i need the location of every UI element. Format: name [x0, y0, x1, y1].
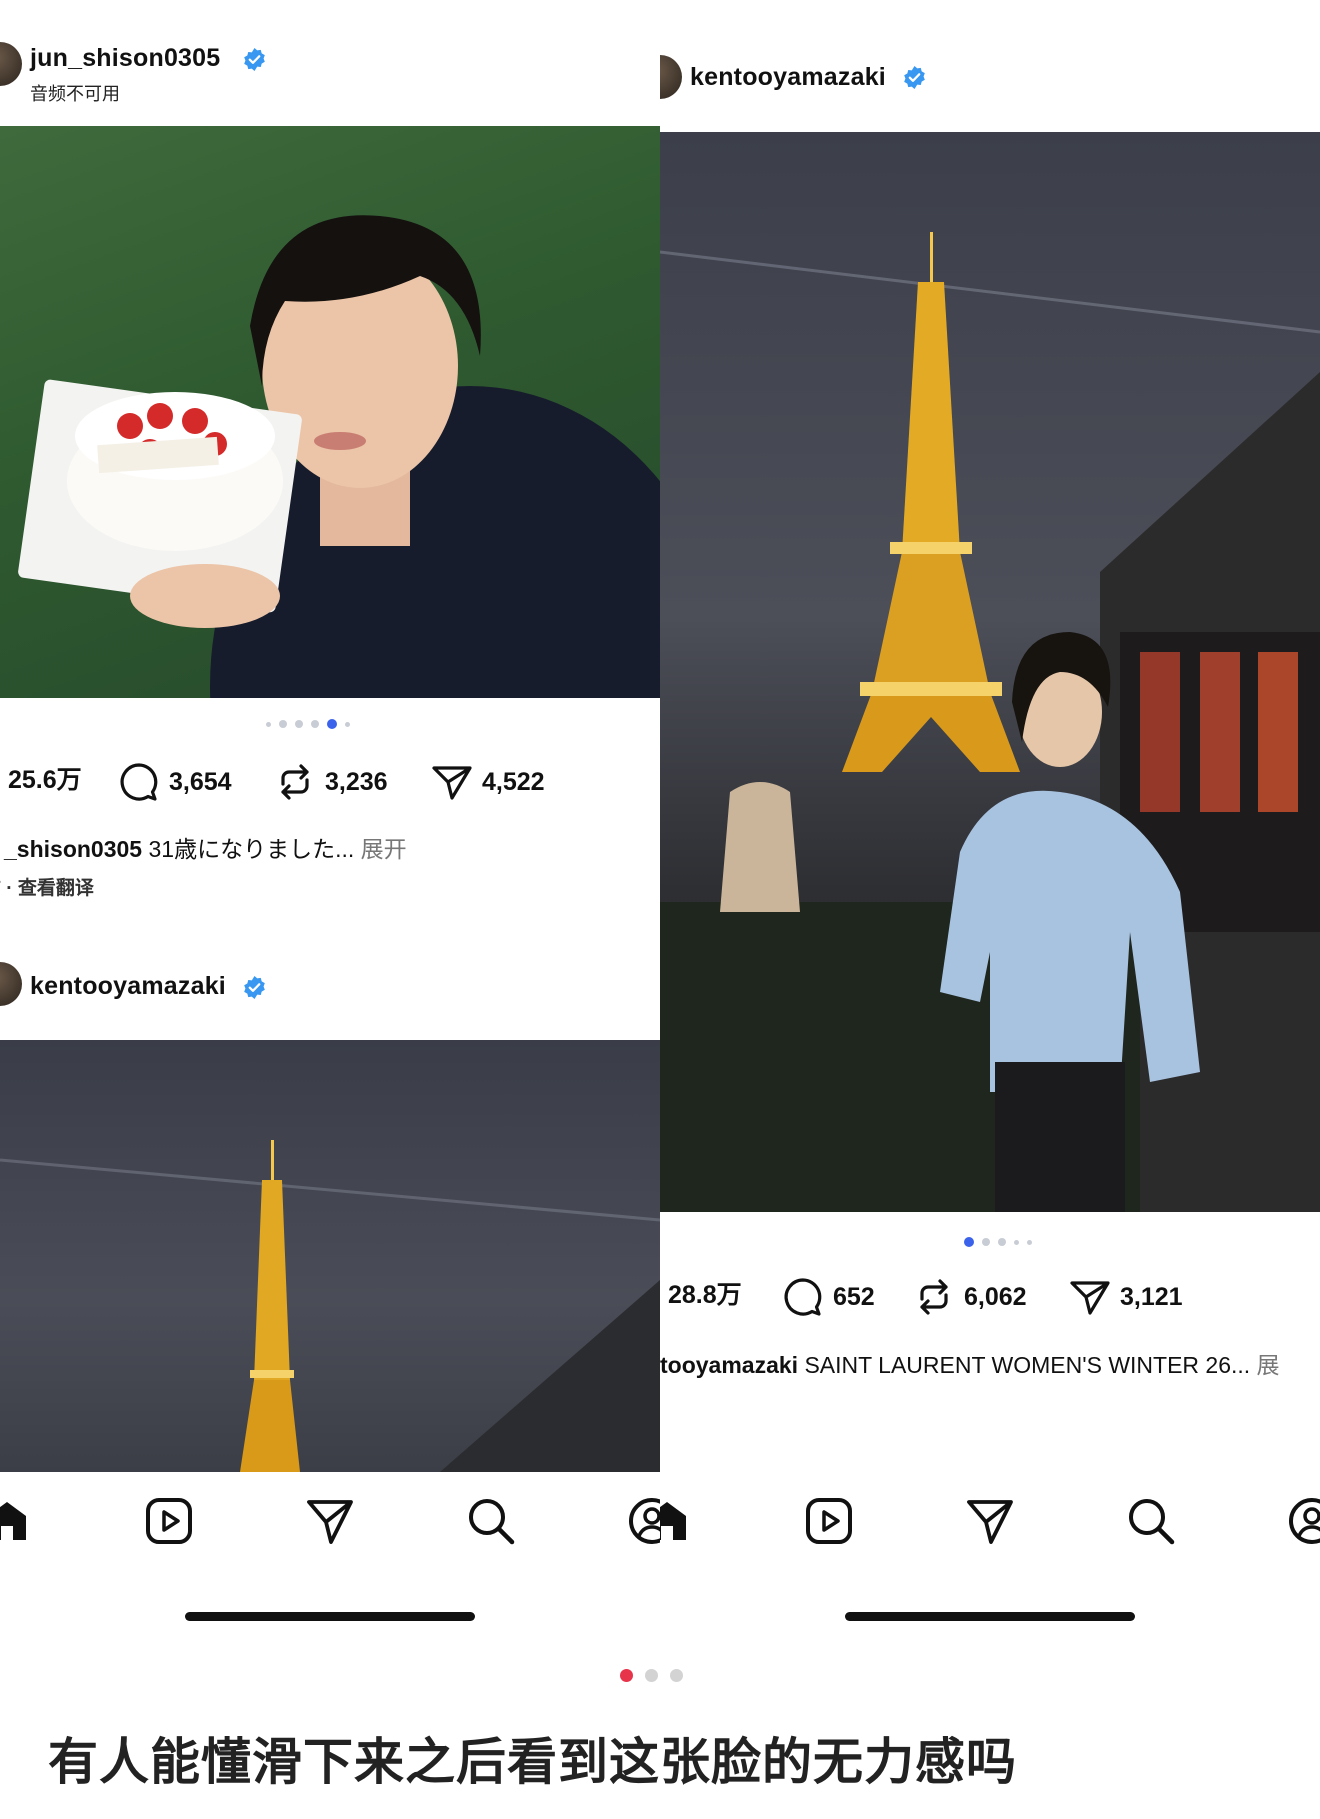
portrait-illustration	[18, 215, 660, 698]
comment-button[interactable]: 652	[781, 1275, 875, 1319]
page-dot[interactable]	[670, 1669, 683, 1682]
comment-button[interactable]: 3,654	[117, 760, 232, 804]
comment-icon	[120, 763, 158, 801]
repost-button[interactable]: 3,236	[273, 760, 388, 804]
page-dot[interactable]	[645, 1669, 658, 1682]
post-title-caption: 有人能懂滑下来之后看到这张脸的无力感吗	[48, 1734, 1017, 1790]
left-screenshot-panel: jun_shison0305 音频不可用 25.6万 3,654 3,236 4…	[0, 0, 660, 1660]
right-screenshot-panel: kentooyamazaki 28.8万 652 6,062 3,121 too…	[660, 0, 1320, 1660]
send-icon[interactable]	[305, 1496, 355, 1546]
post-caption[interactable]: tooyamazaki SAINT LAURENT WOMEN'S WINTER…	[660, 1346, 1280, 1380]
repost-button[interactable]: 6,062	[912, 1275, 1027, 1319]
post-photo-eiffel-preview[interactable]	[0, 1040, 660, 1472]
post-caption[interactable]: _shison0305 31歳になりました... 展开	[4, 830, 407, 864]
verified-badge-icon	[244, 976, 265, 999]
home-indicator	[845, 1612, 1135, 1621]
bottom-navigation	[660, 1472, 1320, 1572]
page-dot-active[interactable]	[620, 1669, 633, 1682]
caption-translate-link[interactable]: 前 · 查看翻译	[0, 873, 94, 900]
home-icon[interactable]	[0, 1496, 32, 1546]
post-photo-cake[interactable]	[0, 126, 660, 698]
carousel-indicator	[266, 719, 350, 729]
repost-icon	[920, 1279, 948, 1315]
share-icon	[432, 766, 472, 800]
like-count[interactable]: 25.6万	[8, 760, 82, 796]
reels-icon[interactable]	[144, 1496, 194, 1546]
post-username[interactable]: kentooyamazaki	[690, 63, 886, 92]
eiffel-night-illustration	[660, 232, 1320, 1212]
user-avatar[interactable]	[0, 962, 22, 1006]
carousel-indicator	[964, 1237, 1032, 1247]
search-icon[interactable]	[1126, 1496, 1176, 1546]
profile-icon[interactable]	[1287, 1496, 1320, 1546]
user-avatar[interactable]	[0, 42, 22, 86]
comment-icon	[784, 1278, 822, 1316]
share-button[interactable]: 3,121	[1068, 1275, 1183, 1319]
post-username[interactable]: jun_shison0305	[30, 44, 220, 73]
share-button[interactable]: 4,522	[430, 760, 545, 804]
audio-status: 音频不可用	[30, 84, 120, 104]
send-icon[interactable]	[965, 1496, 1015, 1546]
post-photo-eiffel[interactable]	[660, 132, 1320, 1212]
profile-icon[interactable]	[627, 1496, 660, 1546]
home-icon[interactable]	[660, 1496, 692, 1546]
reels-icon[interactable]	[804, 1496, 854, 1546]
like-count[interactable]: 28.8万	[668, 1275, 742, 1311]
bottom-navigation	[0, 1472, 660, 1572]
search-icon[interactable]	[466, 1496, 516, 1546]
post-username[interactable]: kentooyamazaki	[30, 972, 226, 1001]
home-indicator	[185, 1612, 475, 1621]
verified-badge-icon	[904, 66, 925, 89]
image-pagination	[620, 1669, 683, 1682]
verified-badge-icon	[244, 48, 265, 71]
user-avatar[interactable]	[660, 55, 682, 99]
repost-icon	[281, 764, 309, 800]
share-icon	[1070, 1281, 1110, 1315]
eiffel-tower-illustration	[0, 1140, 660, 1472]
